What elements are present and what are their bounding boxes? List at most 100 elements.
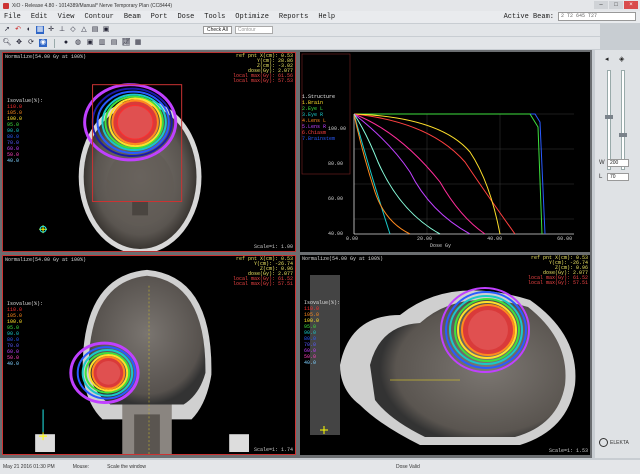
dvh-icon[interactable]: 📈︎ bbox=[122, 39, 131, 47]
print-icon[interactable]: ▤ bbox=[91, 26, 99, 34]
window-title: XiO - Release 4.80 - 1014389/Manual* Ner… bbox=[12, 2, 172, 9]
menu-view[interactable]: View bbox=[58, 13, 75, 21]
menu-file[interactable]: File bbox=[4, 13, 21, 21]
menu-help[interactable]: Help bbox=[318, 13, 335, 21]
coronal-viewport[interactable]: Normalize(54.00 Gy at 100%) ref pnt X(cm… bbox=[2, 255, 296, 455]
plan-icon[interactable]: ▦ bbox=[134, 39, 142, 47]
menu-edit[interactable]: Edit bbox=[31, 13, 48, 21]
pan-icon[interactable]: ✥ bbox=[15, 39, 23, 47]
menu-tools[interactable]: Tools bbox=[204, 13, 225, 21]
x-tick: 0.00 bbox=[346, 236, 359, 242]
rotate-icon[interactable]: ⟳ bbox=[27, 39, 35, 47]
menu-optimize[interactable]: Optimize bbox=[235, 13, 269, 21]
level-value-field[interactable]: 70 bbox=[607, 173, 629, 181]
axial-icon[interactable]: ▣ bbox=[86, 39, 94, 47]
viewport-grid: Normalize(54.00 Gy at 100%) ref pnt X(cm… bbox=[0, 50, 592, 458]
iso-item: 40.0 bbox=[304, 360, 317, 366]
sagittal-viewport[interactable]: Normalize(54.00 Gy at 100%) ref pnt X(cm… bbox=[300, 255, 590, 455]
dvh-viewport[interactable]: 1.Structure 1.Brain 2.Eye L 3.Eye R 4.Le… bbox=[300, 52, 590, 252]
contour-combo[interactable]: Contour bbox=[234, 26, 273, 34]
coronal-icon[interactable]: ▥ bbox=[98, 39, 106, 47]
speaker-icon[interactable]: ◂ bbox=[605, 55, 609, 63]
minimize-icon[interactable]: – bbox=[594, 1, 608, 9]
scale-readout: Scale=1: 1.53 bbox=[548, 448, 588, 454]
viewport-title: Normalize(54.00 Gy at 100%) bbox=[5, 257, 87, 263]
y-tick: 100.00 bbox=[328, 126, 347, 132]
check-all-button[interactable]: Check All bbox=[203, 26, 232, 34]
globe-icon[interactable]: ◍ bbox=[74, 39, 82, 47]
viewport-title: Normalize(54.00 Gy at 100%) bbox=[5, 54, 87, 60]
window-value-field[interactable]: 200 bbox=[607, 159, 629, 167]
title-bar: XiO - Release 4.80 - 1014389/Manual* Ner… bbox=[0, 0, 640, 11]
maximize-icon[interactable]: □ bbox=[609, 1, 623, 9]
menu-dose[interactable]: Dose bbox=[177, 13, 194, 21]
beam-icon[interactable]: △ bbox=[80, 26, 88, 34]
elekta-logo-icon bbox=[599, 438, 608, 447]
menu-port[interactable]: Port bbox=[151, 13, 168, 21]
ref-point-readout: ref pnt X(cm): 0.53 Y(cm): -26.74 Z(cm):… bbox=[233, 257, 293, 287]
status-bar: May 21 2016 01:30 PM Mouse: Scale the wi… bbox=[0, 460, 640, 474]
dvh-x-label: Dose Gy bbox=[430, 243, 452, 249]
layout-icon[interactable]: ▦ bbox=[36, 26, 44, 34]
isodose-legend: Isovalue(%): 110.0 105.0 100.0 95.0 90.0… bbox=[304, 300, 340, 366]
settings-icon[interactable]: ◈ bbox=[619, 55, 624, 63]
dvh-curves bbox=[353, 113, 546, 235]
toolbar-view: 🔍︎ ✥ ⟳ ◉ ● ◍ ▣ ▥ ▤ 📈︎ ▦ bbox=[0, 37, 600, 49]
isodose-axial bbox=[83, 83, 178, 162]
axial-viewport[interactable]: Normalize(54.00 Gy at 100%) ref pnt X(cm… bbox=[2, 52, 296, 252]
toolbar-divider bbox=[54, 38, 55, 48]
menu-bar: File Edit View Contour Beam Port Dose To… bbox=[0, 11, 640, 23]
level-slider[interactable] bbox=[619, 70, 627, 170]
window-controls: – □ × bbox=[594, 1, 638, 9]
menu-beam[interactable]: Beam bbox=[124, 13, 141, 21]
window-level-icon[interactable]: ◐ bbox=[25, 26, 33, 34]
status-hint: Scale the window bbox=[107, 464, 147, 470]
y-tick: 80.00 bbox=[328, 161, 344, 167]
brand-logo: ELEKTA bbox=[599, 438, 629, 447]
save-icon[interactable]: ▣ bbox=[102, 26, 110, 34]
isodose-legend: Isovalue(%): 110.0 105.0 100.0 95.0 90.0… bbox=[7, 98, 43, 164]
sagittal-icon[interactable]: ▤ bbox=[110, 39, 118, 47]
status-date: May 21 2016 01:30 PM bbox=[3, 464, 55, 470]
isodose-legend: Isovalue(%): 110.0 105.0 100.0 95.0 90.0… bbox=[7, 301, 43, 367]
window-slider[interactable] bbox=[605, 70, 613, 170]
dvh-y-ticks: 100.00 80.00 60.00 40.00 bbox=[328, 112, 346, 252]
window-level-panel: ◂ ◈ W 200 L 70 ELEKTA bbox=[595, 50, 640, 458]
ref-point-readout: ref pnt X(cm): 0.53 Y(cm): 28.86 Z(cm): … bbox=[233, 54, 293, 84]
status-dose-valid: Dose Valid bbox=[396, 464, 420, 470]
measure-icon[interactable]: ⊥ bbox=[58, 26, 66, 34]
y-tick: 60.00 bbox=[328, 196, 344, 202]
iso-item: 40.0 bbox=[7, 158, 20, 164]
close-icon[interactable]: × bbox=[624, 1, 638, 9]
select-icon[interactable]: ➚ bbox=[3, 26, 11, 34]
active-beam-select[interactable]: 2 T2 645 T27 bbox=[558, 12, 636, 21]
app-icon bbox=[3, 2, 9, 9]
window-label: W bbox=[599, 160, 605, 166]
zoom-icon[interactable]: 🔍︎ bbox=[3, 39, 12, 47]
undo-icon[interactable]: ↶ bbox=[14, 26, 22, 34]
contour-icon[interactable]: ◇ bbox=[69, 26, 77, 34]
view-icon[interactable]: ◉ bbox=[39, 39, 47, 47]
status-mouse-label: Mouse: bbox=[72, 464, 90, 470]
refpt-local-max-2: local max(Gy): 57.51 bbox=[527, 280, 588, 286]
toolbar-main: ➚ ↶ ◐ ▦ ✛ ⊥ ◇ △ ▤ ▣ Check All Contour bbox=[0, 24, 600, 36]
scale-readout: Scale=1: 1.74 bbox=[253, 447, 293, 453]
refpt-local-max-2: local max(Gy): 57.51 bbox=[232, 281, 293, 287]
dvh-x-ticks: 0.00 20.00 40.00 60.00 bbox=[346, 236, 572, 242]
sphere-icon[interactable]: ● bbox=[62, 39, 70, 47]
level-slider-thumb[interactable] bbox=[619, 133, 627, 137]
x-tick: 20.00 bbox=[417, 236, 433, 242]
viewport-title: Normalize(54.00 Gy at 100%) bbox=[302, 256, 384, 262]
x-tick: 60.00 bbox=[557, 236, 573, 242]
ref-point-readout: ref pnt X(cm): 0.53 Y(cm): -26.74 Z(cm):… bbox=[528, 256, 588, 286]
menu-contour[interactable]: Contour bbox=[84, 13, 113, 21]
refpt-local-max-2: local max(Gy): 57.53 bbox=[232, 78, 293, 84]
active-beam: Active Beam: 2 T2 645 T27 bbox=[504, 12, 636, 21]
active-beam-label: Active Beam: bbox=[503, 12, 554, 21]
window-slider-thumb[interactable] bbox=[605, 115, 613, 119]
crosshair-icon[interactable]: ✛ bbox=[47, 26, 55, 34]
iso-item: 40.0 bbox=[7, 361, 20, 367]
x-tick: 40.00 bbox=[487, 236, 503, 242]
scale-readout: Scale=1: 1.00 bbox=[253, 244, 293, 250]
menu-reports[interactable]: Reports bbox=[279, 13, 308, 21]
